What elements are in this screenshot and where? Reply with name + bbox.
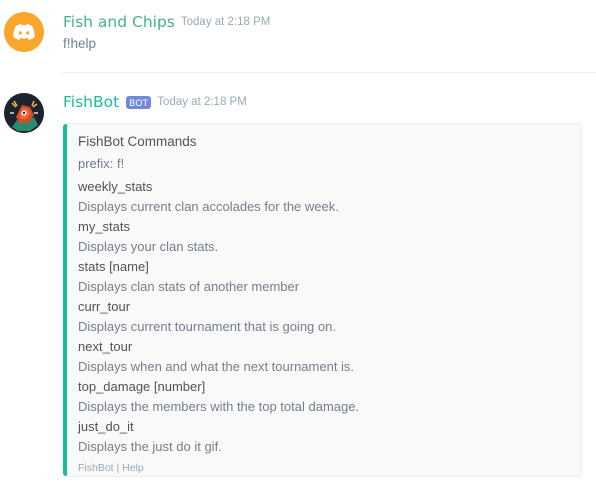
timestamp: Today at 2:18 PM <box>180 16 271 28</box>
embed-field: my_stats Displays your clan stats. <box>78 218 359 258</box>
embed-footer: FishBot | Help <box>78 462 144 474</box>
message-header: Fish and Chips Today at 2:18 PM <box>63 12 270 32</box>
field-value: Displays the just do it gif. <box>78 439 222 454</box>
embed-field: next_tour Displays when and what the nex… <box>78 338 359 378</box>
message-text: f!help <box>63 36 97 51</box>
field-value: Displays when and what the next tourname… <box>78 359 355 374</box>
message-header: FishBot BOT Today at 2:18 PM <box>63 92 247 112</box>
message-bot: FishBot BOT Today at 2:18 PM FishBot Com… <box>0 80 596 504</box>
field-name: weekly_stats <box>78 179 153 194</box>
field-value: Displays current clan accolades for the … <box>78 199 339 214</box>
embed-field: just_do_it Displays the just do it gif. <box>78 418 359 458</box>
field-name: my_stats <box>78 219 131 234</box>
embed-field: stats [name] Displays clan stats of anot… <box>78 258 359 298</box>
field-name: top_damage [number] <box>78 379 206 394</box>
fishbot-avatar-icon <box>4 93 44 133</box>
username[interactable]: Fish and Chips <box>63 12 175 32</box>
bot-avatar[interactable] <box>4 93 44 133</box>
embed-fields: weekly_stats Displays current clan accol… <box>78 178 359 458</box>
discord-logo-icon <box>4 12 44 52</box>
field-name: just_do_it <box>78 419 134 434</box>
embed-field: top_damage [number] Displays the members… <box>78 378 359 418</box>
embed-field: curr_tour Displays current tournament th… <box>78 298 359 338</box>
embed-field: weekly_stats Displays current clan accol… <box>78 178 359 218</box>
message-user: Fish and Chips Today at 2:18 PM f!help <box>0 0 596 72</box>
message-divider <box>62 72 596 73</box>
field-name: next_tour <box>78 339 133 354</box>
embed: FishBot Commands prefix: f! weekly_stats… <box>63 123 582 477</box>
timestamp: Today at 2:18 PM <box>157 96 247 108</box>
field-value: Displays your clan stats. <box>78 239 219 254</box>
field-value: Displays the members with the top total … <box>78 399 360 414</box>
field-value: Displays clan stats of another member <box>78 279 300 294</box>
embed-description: prefix: f! <box>78 156 125 171</box>
username[interactable]: FishBot <box>63 92 119 112</box>
embed-accent-bar <box>63 124 67 476</box>
user-avatar[interactable] <box>4 12 44 52</box>
field-name: stats [name] <box>78 259 149 274</box>
bot-badge: BOT <box>126 95 152 109</box>
embed-title: FishBot Commands <box>78 134 197 149</box>
field-value: Displays current tournament that is goin… <box>78 319 336 334</box>
field-name: curr_tour <box>78 299 131 314</box>
